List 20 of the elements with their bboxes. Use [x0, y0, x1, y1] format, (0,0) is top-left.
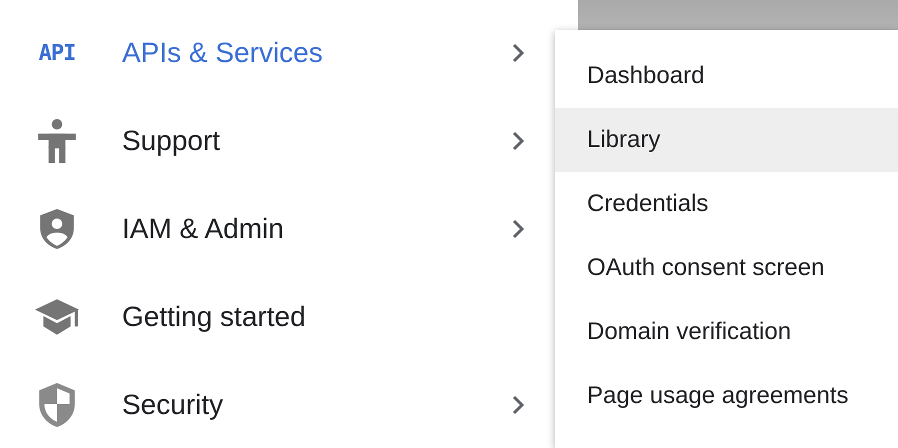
menu-item[interactable]: OAuth consent screen [555, 236, 898, 300]
menu-item[interactable]: Credentials [555, 172, 898, 236]
menu-item[interactable]: Library [555, 108, 898, 172]
accessibility-icon [38, 119, 76, 163]
menu-item[interactable]: Domain verification [555, 300, 898, 364]
chevron-right-icon [511, 43, 525, 63]
graduation-cap-icon [35, 299, 79, 335]
menu-item[interactable]: Page usage agreements [555, 364, 898, 428]
nav-item[interactable]: Getting started [0, 273, 555, 361]
shield-icon [39, 383, 75, 427]
menu-item[interactable]: Dashboard [555, 44, 898, 108]
nav-item[interactable]: IAM & Admin [0, 185, 555, 273]
chevron-right-icon [511, 131, 525, 151]
api-icon: API [38, 40, 76, 66]
chevron-right-icon [511, 395, 525, 415]
chevron-right-icon [511, 219, 525, 239]
nav-item[interactable]: API APIs & Services [0, 9, 555, 97]
nav-item[interactable]: Security [0, 361, 555, 448]
shield-person-icon [40, 209, 74, 249]
nav-item[interactable]: Support [0, 97, 555, 185]
